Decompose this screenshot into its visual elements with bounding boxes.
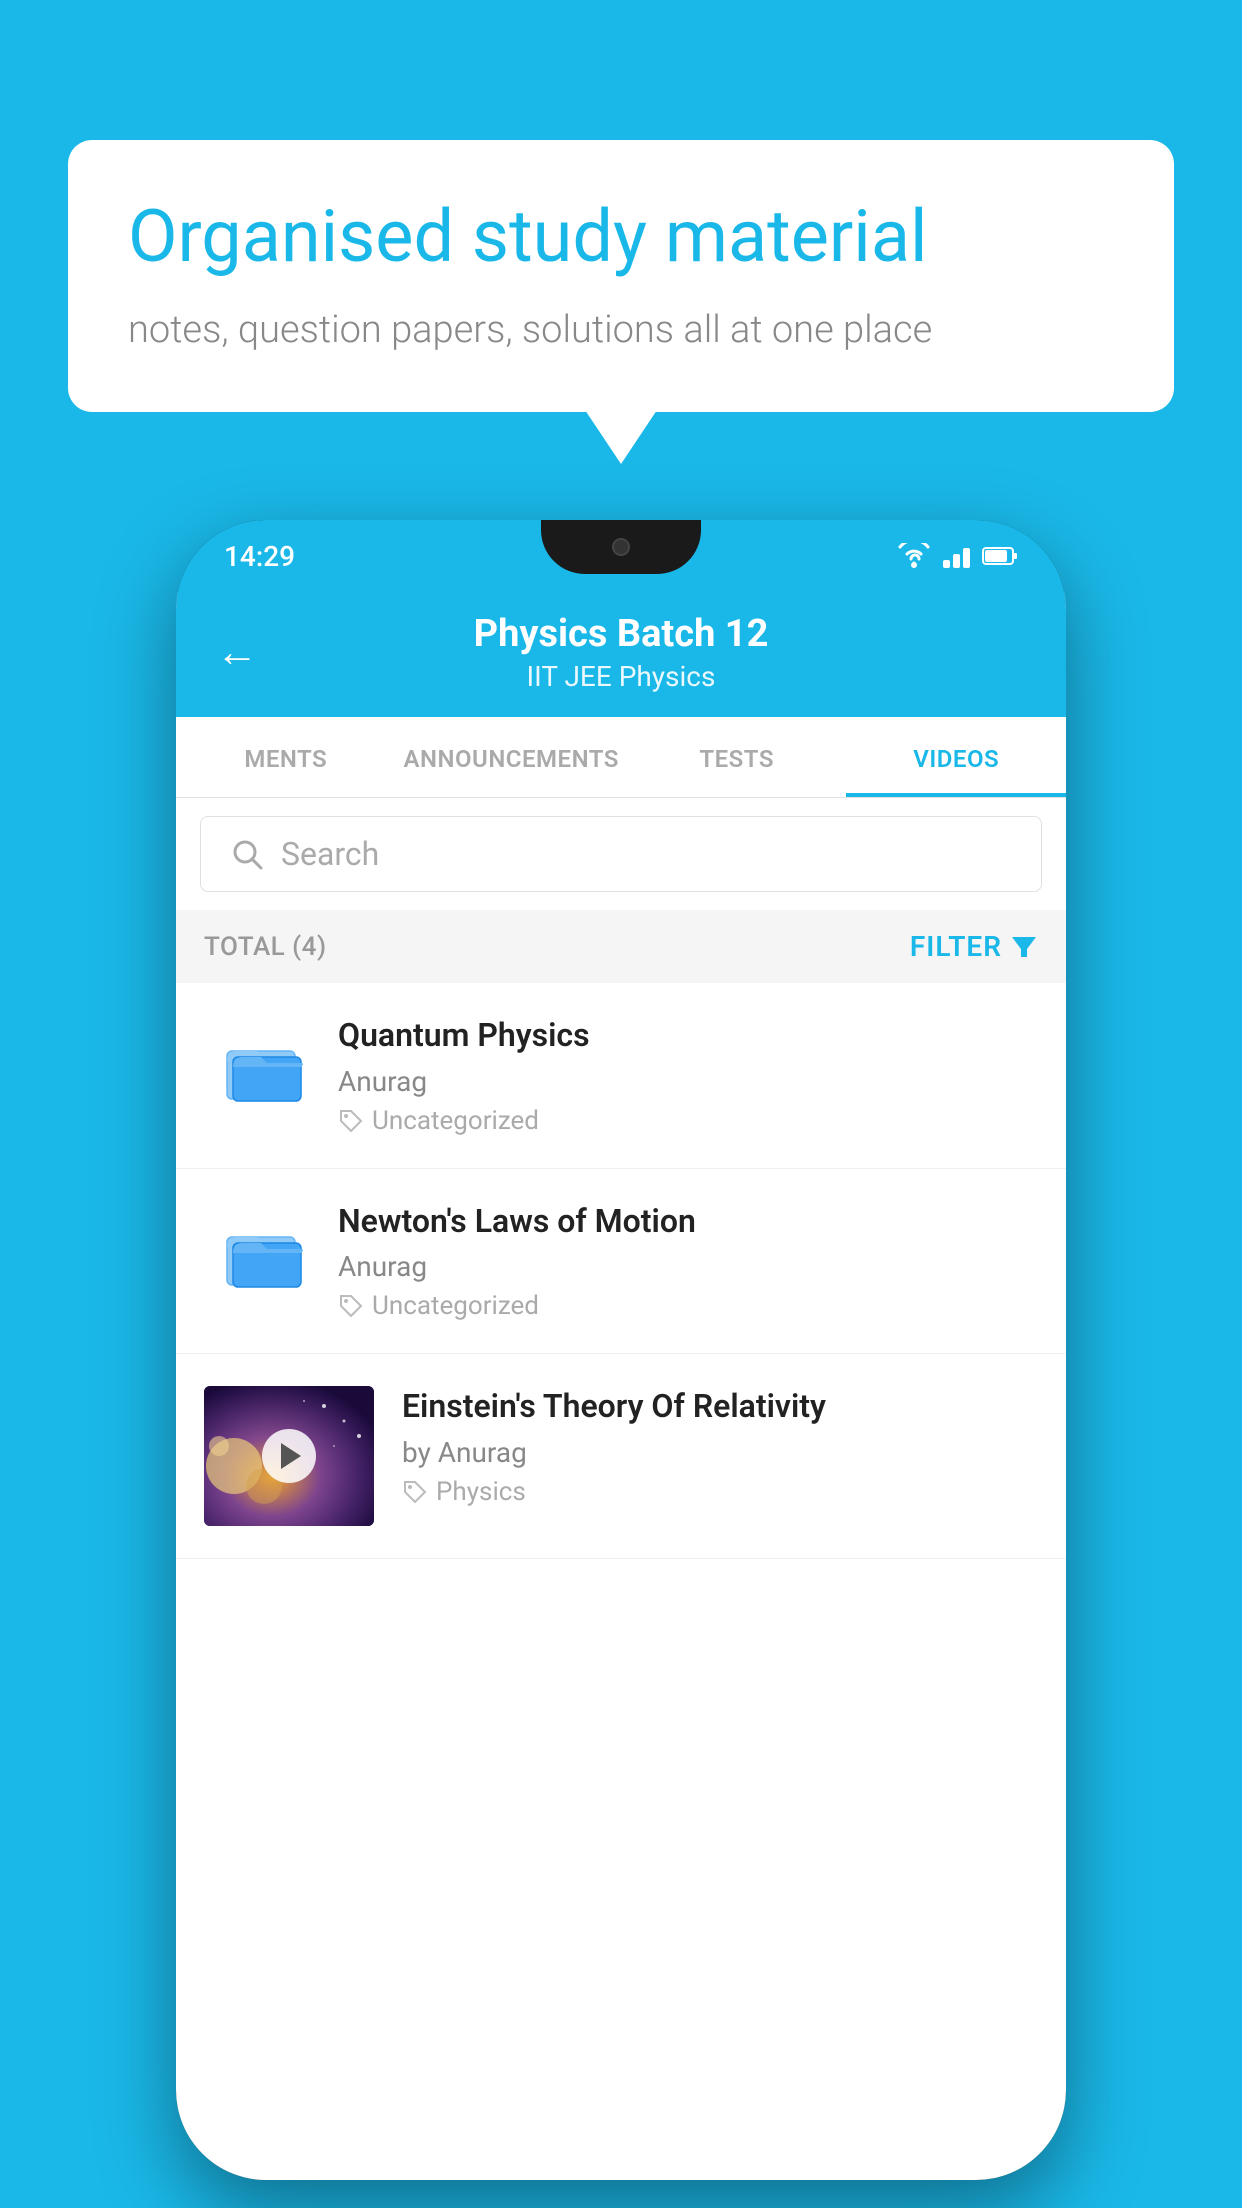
speech-bubble: Organised study material notes, question… bbox=[68, 140, 1174, 412]
list-item[interactable]: Newton's Laws of Motion Anurag Uncategor… bbox=[176, 1169, 1066, 1355]
video-author-2: Anurag bbox=[338, 1250, 1038, 1283]
video-list: Quantum Physics Anurag Uncategorized bbox=[176, 983, 1066, 1559]
list-item[interactable]: Quantum Physics Anurag Uncategorized bbox=[176, 983, 1066, 1169]
battery-icon bbox=[982, 545, 1018, 567]
tag-icon bbox=[402, 1479, 428, 1505]
header-title: Physics Batch 12 bbox=[474, 612, 769, 656]
search-icon bbox=[229, 836, 265, 872]
video-tag-2: Uncategorized bbox=[338, 1291, 1038, 1321]
tabs-bar: MENTS ANNOUNCEMENTS TESTS VIDEOS bbox=[176, 717, 1066, 798]
app-header: ← Physics Batch 12 IIT JEE Physics bbox=[176, 592, 1066, 717]
tag-icon bbox=[338, 1108, 364, 1134]
tab-tests[interactable]: TESTS bbox=[627, 717, 847, 797]
video-info-3: Einstein's Theory Of Relativity by Anura… bbox=[402, 1386, 1038, 1507]
tab-videos[interactable]: VIDEOS bbox=[846, 717, 1066, 797]
tag-text-3: Physics bbox=[436, 1477, 526, 1507]
status-time: 14:29 bbox=[224, 540, 295, 573]
tab-ments[interactable]: MENTS bbox=[176, 717, 396, 797]
list-item[interactable]: Einstein's Theory Of Relativity by Anura… bbox=[176, 1354, 1066, 1559]
filter-label: FILTER bbox=[910, 930, 1002, 963]
filter-button[interactable]: FILTER bbox=[910, 930, 1038, 963]
video-author-3: by Anurag bbox=[402, 1436, 1038, 1469]
folder-icon-1 bbox=[220, 1023, 310, 1113]
video-thumbnail-3 bbox=[204, 1386, 374, 1526]
bubble-title: Organised study material bbox=[128, 194, 1114, 280]
tag-icon bbox=[338, 1293, 364, 1319]
wifi-icon bbox=[897, 543, 931, 569]
filter-row: TOTAL (4) FILTER bbox=[176, 910, 1066, 983]
search-placeholder: Search bbox=[281, 835, 379, 873]
video-title-2: Newton's Laws of Motion bbox=[338, 1201, 1038, 1243]
filter-icon bbox=[1010, 933, 1038, 961]
folder-icon-2 bbox=[220, 1209, 310, 1299]
video-tag-3: Physics bbox=[402, 1477, 1038, 1507]
video-author-1: Anurag bbox=[338, 1065, 1038, 1098]
total-count: TOTAL (4) bbox=[204, 932, 327, 962]
video-tag-1: Uncategorized bbox=[338, 1106, 1038, 1136]
video-title-3: Einstein's Theory Of Relativity bbox=[402, 1386, 1038, 1428]
video-title-1: Quantum Physics bbox=[338, 1015, 1038, 1057]
tab-announcements[interactable]: ANNOUNCEMENTS bbox=[396, 717, 627, 797]
tag-text-1: Uncategorized bbox=[372, 1106, 539, 1136]
status-bar: 14:29 bbox=[176, 520, 1066, 592]
back-button[interactable]: ← bbox=[216, 632, 258, 674]
bubble-subtitle: notes, question papers, solutions all at… bbox=[128, 304, 1114, 357]
play-button[interactable] bbox=[262, 1429, 316, 1483]
search-container: Search bbox=[176, 798, 1066, 910]
tag-text-2: Uncategorized bbox=[372, 1291, 539, 1321]
speech-bubble-container: Organised study material notes, question… bbox=[68, 140, 1174, 412]
header-subtitle: IIT JEE Physics bbox=[474, 660, 769, 693]
camera-dot bbox=[612, 538, 630, 556]
phone-screen: ← Physics Batch 12 IIT JEE Physics MENTS… bbox=[176, 592, 1066, 2180]
search-bar[interactable]: Search bbox=[200, 816, 1042, 892]
header-title-block: Physics Batch 12 IIT JEE Physics bbox=[474, 612, 769, 693]
video-info-1: Quantum Physics Anurag Uncategorized bbox=[338, 1015, 1038, 1136]
notch bbox=[541, 520, 701, 574]
phone-frame: 14:29 ← Physic bbox=[176, 520, 1066, 2180]
status-icons bbox=[897, 543, 1018, 569]
signal-icon bbox=[943, 544, 970, 568]
video-info-2: Newton's Laws of Motion Anurag Uncategor… bbox=[338, 1201, 1038, 1322]
